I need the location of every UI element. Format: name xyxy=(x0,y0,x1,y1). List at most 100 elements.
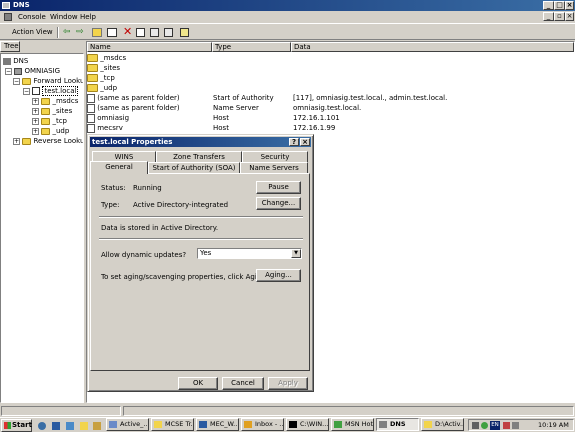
dialog-close-button[interactable]: × xyxy=(300,138,310,146)
pause-button[interactable]: Pause xyxy=(256,181,301,194)
expand-icon[interactable]: + xyxy=(32,97,39,105)
menu-console[interactable]: Console xyxy=(18,13,46,21)
delete-icon[interactable]: ✕ xyxy=(123,26,132,37)
taskbar-item[interactable]: C:\WIN... xyxy=(286,418,329,431)
record-icon xyxy=(87,93,95,103)
show-tree-icon[interactable] xyxy=(107,28,117,37)
tray-app-icon[interactable] xyxy=(503,422,510,429)
list-item[interactable]: _sites xyxy=(87,63,120,73)
expand-icon[interactable]: + xyxy=(32,107,39,115)
taskbar-item[interactable]: MEC_W... xyxy=(196,418,239,431)
tab-name-servers[interactable]: Name Servers xyxy=(240,162,308,173)
close-button[interactable]: × xyxy=(565,1,574,10)
mdi-restore-button[interactable]: ▫ xyxy=(554,12,565,21)
tree-tab[interactable]: Tree xyxy=(0,41,20,52)
taskbar-item[interactable]: Inbox - ... xyxy=(241,418,284,431)
dialog-help-button[interactable]: ? xyxy=(289,138,299,146)
list-item[interactable]: _tcp xyxy=(87,73,115,83)
expand-icon[interactable]: + xyxy=(32,127,39,135)
app-icon xyxy=(154,421,162,428)
tree-item-server[interactable]: − OMNIASIG xyxy=(5,67,60,76)
taskbar-item[interactable]: MSN Hot... xyxy=(331,418,374,431)
quicklaunch-app-icon[interactable] xyxy=(93,422,101,430)
menu-view[interactable]: View xyxy=(36,28,53,36)
collapse-icon[interactable]: − xyxy=(23,87,30,95)
folder-icon xyxy=(22,137,32,145)
list-item[interactable]: (same as parent folder) Start of Authori… xyxy=(87,93,507,103)
cancel-button[interactable]: Cancel xyxy=(222,377,264,390)
collapse-icon[interactable]: − xyxy=(13,77,20,85)
tray-volume-icon[interactable] xyxy=(512,422,519,429)
tree-item-sub[interactable]: + _sites xyxy=(32,107,72,116)
tree-item-sub[interactable]: + _udp xyxy=(32,127,69,136)
tab-security[interactable]: Security xyxy=(242,151,308,162)
status-value: Running xyxy=(133,184,162,192)
quicklaunch-ie-icon[interactable] xyxy=(38,422,46,430)
taskbar-item[interactable]: MCSE Tr... xyxy=(151,418,194,431)
taskbar-item[interactable]: Active_... xyxy=(106,418,149,431)
list-item[interactable]: mecsrv Host 172.16.1.99 xyxy=(87,123,507,133)
back-arrow-icon[interactable]: ⇦ xyxy=(63,28,71,37)
menu-action[interactable]: Action xyxy=(12,28,34,36)
refresh-icon[interactable] xyxy=(150,28,159,37)
dns-app-icon xyxy=(379,421,387,428)
tree-item-sub[interactable]: + _msdcs xyxy=(32,97,78,106)
start-button[interactable]: Start xyxy=(1,419,32,432)
list-item[interactable]: _udp xyxy=(87,83,117,93)
language-indicator[interactable]: EN xyxy=(490,421,500,430)
export-list-icon[interactable] xyxy=(164,28,173,37)
tray-messenger-icon[interactable] xyxy=(481,422,488,429)
column-header-type[interactable]: Type xyxy=(212,42,291,52)
column-header-name[interactable]: Name xyxy=(87,42,212,52)
folder-icon xyxy=(41,107,51,115)
menu-window[interactable]: Window xyxy=(50,13,78,21)
taskbar-item-active[interactable]: DNS xyxy=(376,418,419,431)
tree-view[interactable]: DNS − OMNIASIG − Forward Lookup Z − test… xyxy=(0,53,84,403)
tree-item-sub[interactable]: + _tcp xyxy=(32,117,67,126)
change-button[interactable]: Change... xyxy=(256,197,301,210)
folder-icon xyxy=(87,74,98,82)
tree-item-forward-lookup[interactable]: − Forward Lookup Z xyxy=(13,77,83,86)
list-item[interactable]: _msdcs xyxy=(87,53,126,63)
properties-dialog: test.local Properties ? × WINS Zone Tran… xyxy=(87,134,314,392)
tab-soa[interactable]: Start of Authority (SOA) xyxy=(148,162,240,173)
minimize-button[interactable]: _ xyxy=(543,1,554,10)
expand-icon[interactable]: + xyxy=(32,117,39,125)
list-item[interactable]: omniasig Host 172.16.1.101 xyxy=(87,113,507,123)
tab-general[interactable]: General xyxy=(90,161,148,174)
tab-zone-transfers[interactable]: Zone Transfers xyxy=(156,151,242,162)
record-icon xyxy=(87,123,95,133)
window-titlebar[interactable]: DNS _ □ × xyxy=(0,0,575,11)
tree-item-dns[interactable]: DNS xyxy=(3,57,28,66)
quicklaunch-desktop-icon[interactable] xyxy=(66,422,74,430)
quicklaunch-explorer-icon[interactable] xyxy=(80,422,88,430)
column-header-data[interactable]: Data xyxy=(291,42,574,52)
list-item[interactable]: (same as parent folder) Name Server omni… xyxy=(87,103,507,113)
dynamic-updates-select[interactable]: Yes ▼ xyxy=(197,248,302,259)
ok-button[interactable]: OK xyxy=(178,377,218,390)
tray-network-icon[interactable] xyxy=(472,422,479,429)
taskbar-item[interactable]: D:\Activ... xyxy=(421,418,464,431)
stored-text: Data is stored in Active Directory. xyxy=(101,224,219,232)
dialog-titlebar[interactable]: test.local Properties ? × xyxy=(90,137,311,147)
server-icon xyxy=(14,67,23,75)
help-icon[interactable] xyxy=(180,28,189,37)
divider xyxy=(99,216,303,218)
dns-icon xyxy=(3,57,11,65)
record-icon xyxy=(87,103,95,113)
general-tab-page: Status: Running Pause Type: Active Direc… xyxy=(90,173,310,371)
quicklaunch-outlook-icon[interactable] xyxy=(52,422,60,430)
maximize-button[interactable]: □ xyxy=(554,1,565,10)
mdi-close-button[interactable]: × xyxy=(565,12,574,21)
forward-arrow-icon[interactable]: ⇨ xyxy=(76,28,84,37)
properties-icon[interactable] xyxy=(136,28,145,37)
aging-button[interactable]: Aging... xyxy=(256,269,301,282)
menu-help[interactable]: Help xyxy=(80,13,96,21)
collapse-icon[interactable]: − xyxy=(5,67,12,75)
mdi-minimize-button[interactable]: _ xyxy=(543,12,554,21)
chevron-down-icon[interactable]: ▼ xyxy=(291,249,301,258)
tree-item-test-local[interactable]: − test.local xyxy=(23,86,79,96)
tree-item-reverse-lookup[interactable]: + Reverse Lookup Z xyxy=(13,137,83,146)
expand-icon[interactable]: + xyxy=(13,137,20,145)
up-folder-icon[interactable] xyxy=(92,28,102,37)
